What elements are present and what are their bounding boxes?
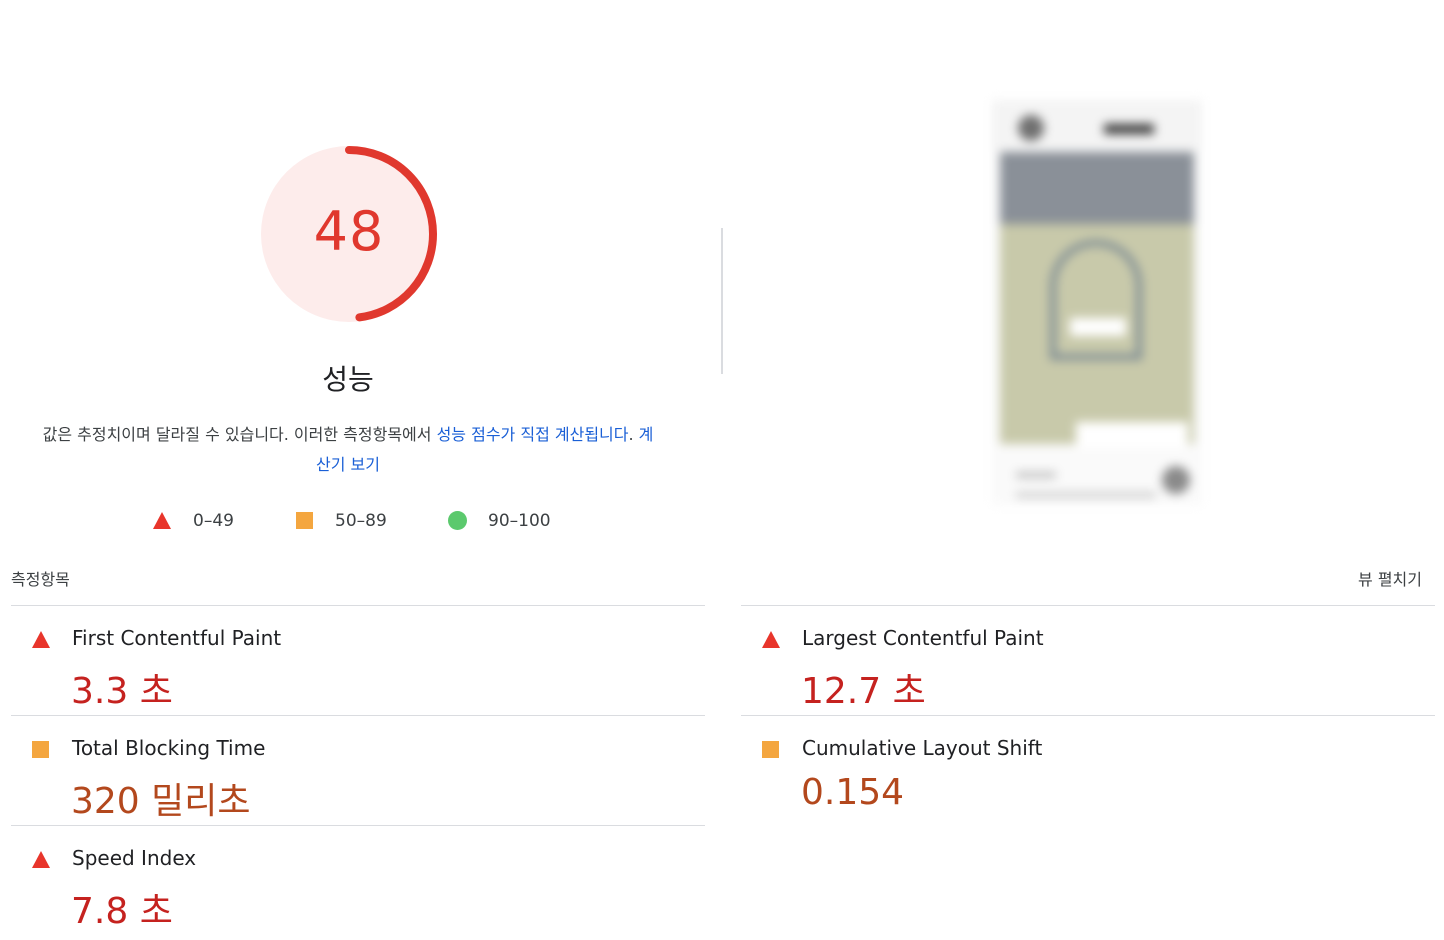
score-calculation-link[interactable]: 성능 점수가 직접 계산됩니다 [437,425,629,444]
square-icon [762,741,779,758]
triangle-icon [32,631,50,648]
thumbnail-circle [1162,466,1190,494]
legend-range-pass: 90–100 [488,511,551,531]
vertical-divider [721,228,723,374]
metric-name: Total Blocking Time [72,736,266,760]
metric-value: 320 밀리초 [71,781,251,822]
metric-cumulative-layout-shift: Cumulative Layout Shift 0.154 [741,715,1435,825]
metric-value: 0.154 [801,772,905,813]
metric-total-blocking-time: Total Blocking Time 320 밀리초 [11,715,705,825]
metrics-column-right: Largest Contentful Paint 12.7 초 Cumulati… [741,605,1435,825]
metric-value: 3.3 초 [71,671,173,712]
metric-first-contentful-paint: First Contentful Paint 3.3 초 [11,605,705,715]
metrics-column-left: First Contentful Paint 3.3 초 Total Block… [11,605,705,935]
thumbnail-arch [1050,240,1142,360]
thumbnail-button [1070,318,1126,336]
metric-name: Largest Contentful Paint [802,626,1044,650]
thumbnail-footer-line [1016,492,1156,498]
thumbnail-menu [1104,124,1154,134]
performance-title: 성능 [322,363,374,396]
thumbnail-card [1076,422,1188,448]
thumbnail-logo [1018,115,1044,141]
triangle-icon [32,851,50,868]
metric-name: Cumulative Layout Shift [802,736,1043,760]
metric-value: 7.8 초 [71,891,173,932]
legend-range-average: 50–89 [335,511,387,531]
description-text: 값은 추정치이며 달라질 수 있습니다. 이러한 측정항목에서 [42,425,437,444]
circle-icon [448,511,467,530]
page-screenshot-thumbnail [992,100,1202,505]
square-icon [32,741,49,758]
triangle-icon [153,512,171,529]
legend-range-fail: 0–49 [193,511,234,531]
metrics-title: 측정항목 [11,570,70,589]
metric-value: 12.7 초 [801,671,926,712]
metric-name: Speed Index [72,846,197,870]
metric-speed-index: Speed Index 7.8 초 [11,825,705,935]
thumbnail-footer-line [1016,472,1056,478]
performance-score-value: 48 [313,200,385,263]
metric-largest-contentful-paint: Largest Contentful Paint 12.7 초 [741,605,1435,715]
square-icon [296,512,313,529]
triangle-icon [762,631,780,648]
metric-name: First Contentful Paint [72,626,282,650]
score-description: 값은 추정치이며 달라질 수 있습니다. 이러한 측정항목에서 성능 점수가 직… [42,425,654,474]
expand-view-toggle[interactable]: 뷰 펼치기 [1358,566,1422,590]
performance-score-gauge: 48 [257,142,441,326]
thumbnail-hero [1000,152,1194,224]
